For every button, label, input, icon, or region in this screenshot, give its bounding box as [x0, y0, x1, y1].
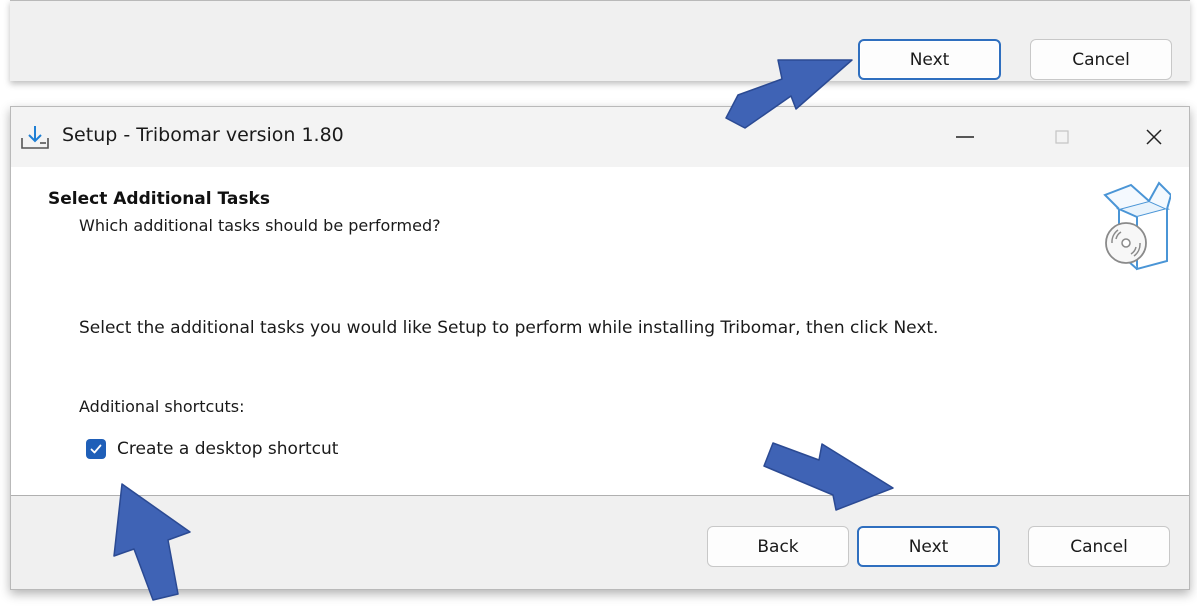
annotation-arrows	[113, 59, 894, 601]
arrow-to-bottom-next-icon	[763, 442, 894, 511]
arrow-to-checkbox-icon	[113, 483, 191, 601]
arrow-to-top-next-icon	[725, 59, 853, 129]
